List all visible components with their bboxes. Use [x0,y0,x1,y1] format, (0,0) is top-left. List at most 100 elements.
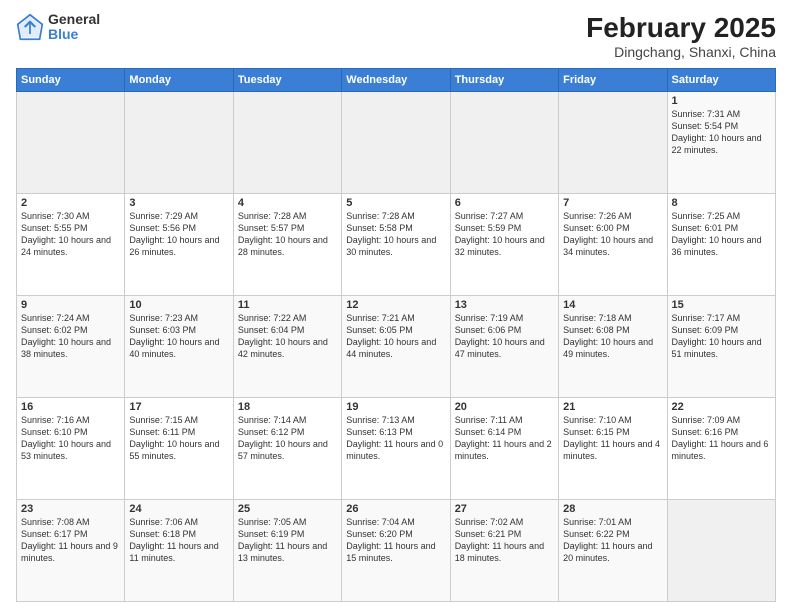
day-number: 15 [672,299,771,311]
calendar-cell [17,92,125,194]
header: General Blue February 2025 Dingchang, Sh… [16,12,776,60]
title-block: February 2025 Dingchang, Shanxi, China [586,12,776,60]
day-number: 18 [238,401,337,413]
day-info: Sunrise: 7:01 AM Sunset: 6:22 PM Dayligh… [563,516,662,565]
day-number: 21 [563,401,662,413]
day-info: Sunrise: 7:10 AM Sunset: 6:15 PM Dayligh… [563,414,662,463]
weekday-header-tuesday: Tuesday [233,69,341,92]
day-info: Sunrise: 7:24 AM Sunset: 6:02 PM Dayligh… [21,312,120,361]
page: General Blue February 2025 Dingchang, Sh… [0,0,792,612]
calendar-cell: 26Sunrise: 7:04 AM Sunset: 6:20 PM Dayli… [342,500,450,602]
calendar-cell: 4Sunrise: 7:28 AM Sunset: 5:57 PM Daylig… [233,194,341,296]
day-number: 25 [238,503,337,515]
calendar-cell: 12Sunrise: 7:21 AM Sunset: 6:05 PM Dayli… [342,296,450,398]
day-number: 17 [129,401,228,413]
day-number: 8 [672,197,771,209]
weekday-header-saturday: Saturday [667,69,775,92]
calendar-cell [667,500,775,602]
day-number: 2 [21,197,120,209]
calendar-cell: 16Sunrise: 7:16 AM Sunset: 6:10 PM Dayli… [17,398,125,500]
day-info: Sunrise: 7:11 AM Sunset: 6:14 PM Dayligh… [455,414,554,463]
day-info: Sunrise: 7:31 AM Sunset: 5:54 PM Dayligh… [672,108,771,157]
calendar-cell: 7Sunrise: 7:26 AM Sunset: 6:00 PM Daylig… [559,194,667,296]
calendar-cell: 20Sunrise: 7:11 AM Sunset: 6:14 PM Dayli… [450,398,558,500]
day-number: 4 [238,197,337,209]
day-number: 5 [346,197,445,209]
day-info: Sunrise: 7:27 AM Sunset: 5:59 PM Dayligh… [455,210,554,259]
calendar-cell: 19Sunrise: 7:13 AM Sunset: 6:13 PM Dayli… [342,398,450,500]
week-row-3: 9Sunrise: 7:24 AM Sunset: 6:02 PM Daylig… [17,296,776,398]
calendar-cell [559,92,667,194]
day-number: 22 [672,401,771,413]
logo: General Blue [16,12,100,43]
day-info: Sunrise: 7:22 AM Sunset: 6:04 PM Dayligh… [238,312,337,361]
week-row-2: 2Sunrise: 7:30 AM Sunset: 5:55 PM Daylig… [17,194,776,296]
calendar-cell: 14Sunrise: 7:18 AM Sunset: 6:08 PM Dayli… [559,296,667,398]
day-number: 14 [563,299,662,311]
weekday-row: SundayMondayTuesdayWednesdayThursdayFrid… [17,69,776,92]
day-info: Sunrise: 7:06 AM Sunset: 6:18 PM Dayligh… [129,516,228,565]
calendar-cell: 23Sunrise: 7:08 AM Sunset: 6:17 PM Dayli… [17,500,125,602]
day-info: Sunrise: 7:21 AM Sunset: 6:05 PM Dayligh… [346,312,445,361]
day-number: 9 [21,299,120,311]
day-info: Sunrise: 7:23 AM Sunset: 6:03 PM Dayligh… [129,312,228,361]
day-info: Sunrise: 7:05 AM Sunset: 6:19 PM Dayligh… [238,516,337,565]
calendar-cell: 15Sunrise: 7:17 AM Sunset: 6:09 PM Dayli… [667,296,775,398]
day-info: Sunrise: 7:08 AM Sunset: 6:17 PM Dayligh… [21,516,120,565]
day-info: Sunrise: 7:14 AM Sunset: 6:12 PM Dayligh… [238,414,337,463]
day-info: Sunrise: 7:18 AM Sunset: 6:08 PM Dayligh… [563,312,662,361]
day-number: 11 [238,299,337,311]
day-number: 16 [21,401,120,413]
day-info: Sunrise: 7:15 AM Sunset: 6:11 PM Dayligh… [129,414,228,463]
day-number: 7 [563,197,662,209]
day-info: Sunrise: 7:02 AM Sunset: 6:21 PM Dayligh… [455,516,554,565]
day-info: Sunrise: 7:25 AM Sunset: 6:01 PM Dayligh… [672,210,771,259]
calendar-cell: 6Sunrise: 7:27 AM Sunset: 5:59 PM Daylig… [450,194,558,296]
calendar-header: SundayMondayTuesdayWednesdayThursdayFrid… [17,69,776,92]
calendar-cell: 18Sunrise: 7:14 AM Sunset: 6:12 PM Dayli… [233,398,341,500]
calendar-cell: 22Sunrise: 7:09 AM Sunset: 6:16 PM Dayli… [667,398,775,500]
day-number: 13 [455,299,554,311]
day-number: 24 [129,503,228,515]
logo-blue-text: Blue [48,27,100,42]
day-info: Sunrise: 7:28 AM Sunset: 5:58 PM Dayligh… [346,210,445,259]
calendar: SundayMondayTuesdayWednesdayThursdayFrid… [16,68,776,602]
day-number: 10 [129,299,228,311]
day-info: Sunrise: 7:16 AM Sunset: 6:10 PM Dayligh… [21,414,120,463]
weekday-header-friday: Friday [559,69,667,92]
week-row-4: 16Sunrise: 7:16 AM Sunset: 6:10 PM Dayli… [17,398,776,500]
day-number: 23 [21,503,120,515]
weekday-header-thursday: Thursday [450,69,558,92]
calendar-cell: 17Sunrise: 7:15 AM Sunset: 6:11 PM Dayli… [125,398,233,500]
calendar-cell [450,92,558,194]
day-info: Sunrise: 7:17 AM Sunset: 6:09 PM Dayligh… [672,312,771,361]
calendar-cell: 21Sunrise: 7:10 AM Sunset: 6:15 PM Dayli… [559,398,667,500]
day-number: 20 [455,401,554,413]
day-info: Sunrise: 7:29 AM Sunset: 5:56 PM Dayligh… [129,210,228,259]
weekday-header-monday: Monday [125,69,233,92]
calendar-cell: 27Sunrise: 7:02 AM Sunset: 6:21 PM Dayli… [450,500,558,602]
calendar-cell: 10Sunrise: 7:23 AM Sunset: 6:03 PM Dayli… [125,296,233,398]
logo-icon [16,13,44,41]
calendar-cell: 9Sunrise: 7:24 AM Sunset: 6:02 PM Daylig… [17,296,125,398]
week-row-1: 1Sunrise: 7:31 AM Sunset: 5:54 PM Daylig… [17,92,776,194]
calendar-cell: 13Sunrise: 7:19 AM Sunset: 6:06 PM Dayli… [450,296,558,398]
calendar-cell: 5Sunrise: 7:28 AM Sunset: 5:58 PM Daylig… [342,194,450,296]
day-info: Sunrise: 7:04 AM Sunset: 6:20 PM Dayligh… [346,516,445,565]
week-row-5: 23Sunrise: 7:08 AM Sunset: 6:17 PM Dayli… [17,500,776,602]
calendar-cell [125,92,233,194]
day-info: Sunrise: 7:28 AM Sunset: 5:57 PM Dayligh… [238,210,337,259]
main-title: February 2025 [586,12,776,44]
day-number: 27 [455,503,554,515]
subtitle: Dingchang, Shanxi, China [586,44,776,60]
calendar-cell: 28Sunrise: 7:01 AM Sunset: 6:22 PM Dayli… [559,500,667,602]
day-info: Sunrise: 7:13 AM Sunset: 6:13 PM Dayligh… [346,414,445,463]
calendar-cell [233,92,341,194]
day-info: Sunrise: 7:19 AM Sunset: 6:06 PM Dayligh… [455,312,554,361]
weekday-header-sunday: Sunday [17,69,125,92]
calendar-cell: 25Sunrise: 7:05 AM Sunset: 6:19 PM Dayli… [233,500,341,602]
calendar-cell: 8Sunrise: 7:25 AM Sunset: 6:01 PM Daylig… [667,194,775,296]
calendar-cell: 1Sunrise: 7:31 AM Sunset: 5:54 PM Daylig… [667,92,775,194]
calendar-cell: 3Sunrise: 7:29 AM Sunset: 5:56 PM Daylig… [125,194,233,296]
day-number: 28 [563,503,662,515]
